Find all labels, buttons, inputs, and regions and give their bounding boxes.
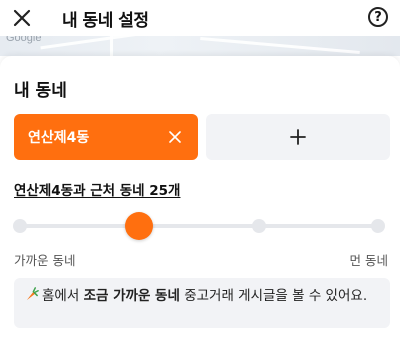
- info-highlight: 조금 가까운 동네: [83, 288, 180, 304]
- plus-icon: [290, 129, 306, 145]
- close-icon: [169, 131, 181, 143]
- neighborhood-label: 연산제4동: [28, 130, 90, 146]
- add-neighborhood-button[interactable]: [206, 114, 390, 160]
- help-button[interactable]: ?: [368, 7, 388, 27]
- slider-near-label: 가까운 동네: [14, 253, 76, 268]
- info-text: 홈에서 조금 가까운 동네 중고거래 게시글을 볼 수 있어요.: [24, 286, 380, 306]
- map-road: [200, 37, 360, 54]
- slider-track: [20, 224, 378, 228]
- close-icon: [13, 9, 31, 27]
- info-suffix: 중고거래 게시글을 볼 수 있어요.: [179, 288, 368, 304]
- slider-far-label: 먼 동네: [349, 253, 388, 268]
- settings-sheet: 내 동네 연산제4동 연산제4동과 근처 동네 25개 가까운 동네 먼 동네 …: [0, 56, 400, 340]
- slider-thumb[interactable]: [125, 212, 154, 240]
- section-title: 내 동네: [14, 81, 67, 101]
- remove-neighborhood-button[interactable]: [164, 126, 186, 148]
- close-button[interactable]: [10, 6, 34, 30]
- carrot-icon: [26, 287, 39, 301]
- selected-neighborhood-chip[interactable]: 연산제4동: [14, 114, 198, 160]
- nearby-neighborhoods-link[interactable]: 연산제4동과 근처 동네 25개: [14, 179, 180, 199]
- page-title: 내 동네 설정: [62, 11, 149, 31]
- info-box: 홈에서 조금 가까운 동네 중고거래 게시글을 볼 수 있어요.: [14, 278, 390, 328]
- slider-step-dot[interactable]: [13, 219, 27, 233]
- slider-step-dot[interactable]: [371, 219, 385, 233]
- info-prefix: 홈에서: [42, 288, 84, 304]
- slider-step-dot[interactable]: [251, 219, 266, 233]
- range-slider[interactable]: [13, 208, 385, 244]
- top-bar: 내 동네 설정 ?: [0, 0, 400, 36]
- help-icon: ?: [374, 9, 382, 25]
